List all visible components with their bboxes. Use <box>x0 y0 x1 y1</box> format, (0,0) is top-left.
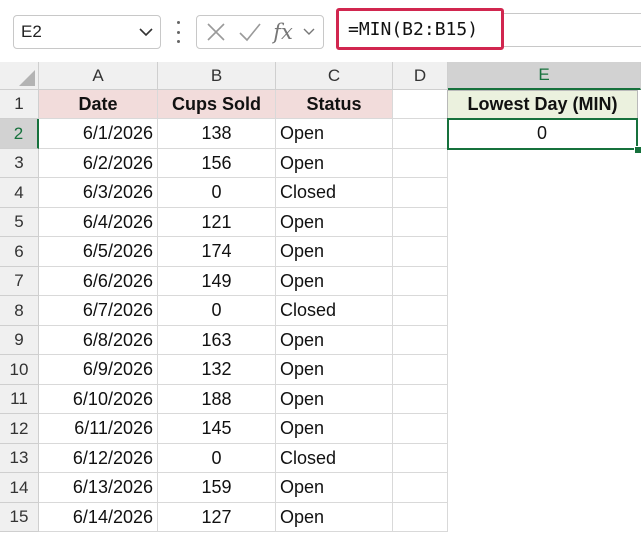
cell-cups-sold[interactable]: 0 <box>158 296 276 326</box>
function-icon[interactable]: fx <box>267 16 299 48</box>
header-cell-status[interactable]: Status <box>276 90 393 119</box>
cell-status[interactable]: Open <box>276 119 393 149</box>
cell-status[interactable]: Closed <box>276 178 393 208</box>
cell-cups-sold[interactable]: 0 <box>158 178 276 208</box>
cell-lowest-day-result[interactable]: 0 <box>447 119 638 149</box>
row-header-3[interactable]: 3 <box>0 149 39 178</box>
cell-status[interactable]: Open <box>276 267 393 296</box>
cell-date[interactable]: 6/4/2026 <box>39 208 158 237</box>
cell-cups-sold[interactable]: 0 <box>158 444 276 473</box>
cell-cups-sold[interactable]: 163 <box>158 326 276 355</box>
cell-date[interactable]: 6/9/2026 <box>39 355 158 385</box>
enter-check-icon[interactable] <box>233 16 267 48</box>
cell-status[interactable]: Open <box>276 149 393 178</box>
header-cell-date[interactable]: Date <box>39 90 158 119</box>
cell-cups-sold[interactable]: 132 <box>158 355 276 385</box>
cell-date[interactable]: 6/1/2026 <box>39 119 158 149</box>
row-header-1[interactable]: 1 <box>0 90 39 119</box>
formula-buttons: fx <box>196 15 324 49</box>
cell-date[interactable]: 6/7/2026 <box>39 296 158 326</box>
cell-empty[interactable] <box>393 503 448 532</box>
cell-empty[interactable] <box>393 149 448 178</box>
cell-empty[interactable] <box>393 267 448 296</box>
cell-date[interactable]: 6/12/2026 <box>39 444 158 473</box>
cell-status[interactable]: Open <box>276 473 393 503</box>
select-all-corner[interactable] <box>0 62 39 90</box>
cell-d1[interactable] <box>393 90 448 119</box>
cell-status[interactable]: Closed <box>276 444 393 473</box>
cell-date[interactable]: 6/6/2026 <box>39 267 158 296</box>
cell-cups-sold[interactable]: 188 <box>158 385 276 414</box>
chevron-down-icon[interactable] <box>138 24 154 40</box>
column-header-a[interactable]: A <box>39 62 158 90</box>
fill-handle[interactable] <box>634 146 641 154</box>
row-header-14[interactable]: 14 <box>0 473 39 503</box>
cell-empty[interactable] <box>393 237 448 267</box>
column-header-e[interactable]: E <box>448 62 641 90</box>
cell-empty[interactable] <box>393 208 448 237</box>
row-header-9[interactable]: 9 <box>0 326 39 355</box>
chevron-down-icon[interactable] <box>299 16 319 48</box>
column-header-c[interactable]: C <box>276 62 393 90</box>
cell-date[interactable]: 6/2/2026 <box>39 149 158 178</box>
cell-status[interactable]: Open <box>276 326 393 355</box>
cell-status[interactable]: Open <box>276 237 393 267</box>
cell-status[interactable]: Open <box>276 503 393 532</box>
formula-input-extension[interactable] <box>504 13 641 47</box>
row-header-10[interactable]: 10 <box>0 355 39 385</box>
row-header-8[interactable]: 8 <box>0 296 39 326</box>
cell-status[interactable]: Open <box>276 355 393 385</box>
row-header-2[interactable]: 2 <box>0 119 39 149</box>
cell-empty[interactable] <box>393 296 448 326</box>
cell-empty[interactable] <box>393 444 448 473</box>
cell-empty[interactable] <box>393 473 448 503</box>
header-cell-lowest-day[interactable]: Lowest Day (MIN) <box>447 90 638 119</box>
cell-empty[interactable] <box>393 119 448 149</box>
cell-cups-sold[interactable]: 127 <box>158 503 276 532</box>
header-cell-cups-sold[interactable]: Cups Sold <box>158 90 276 119</box>
cell-date[interactable]: 6/11/2026 <box>39 414 158 444</box>
row-header-15[interactable]: 15 <box>0 503 39 532</box>
formula-input[interactable]: =MIN(B2:B15) <box>336 8 504 50</box>
cell-date[interactable]: 6/3/2026 <box>39 178 158 208</box>
cell-empty[interactable] <box>393 355 448 385</box>
cell-empty[interactable] <box>393 414 448 444</box>
cell-date[interactable]: 6/10/2026 <box>39 385 158 414</box>
column-header-d[interactable]: D <box>393 62 448 90</box>
row-header-5[interactable]: 5 <box>0 208 39 237</box>
cell-date[interactable]: 6/8/2026 <box>39 326 158 355</box>
cancel-icon[interactable] <box>199 16 233 48</box>
name-box-value: E2 <box>21 22 42 41</box>
row-header-12[interactable]: 12 <box>0 414 39 444</box>
cell-status[interactable]: Open <box>276 414 393 444</box>
cell-cups-sold[interactable]: 145 <box>158 414 276 444</box>
cell-empty[interactable] <box>393 326 448 355</box>
more-vert-icon[interactable] <box>174 21 182 43</box>
cell-date[interactable]: 6/13/2026 <box>39 473 158 503</box>
cell-empty[interactable] <box>393 178 448 208</box>
cell-cups-sold[interactable]: 174 <box>158 237 276 267</box>
cell-status[interactable]: Open <box>276 208 393 237</box>
column-header-b[interactable]: B <box>158 62 276 90</box>
cell-cups-sold[interactable]: 156 <box>158 149 276 178</box>
cell-cups-sold[interactable]: 138 <box>158 119 276 149</box>
cell-empty[interactable] <box>393 385 448 414</box>
formula-bar-area: E2 fx =MIN(B2:B15) <box>0 0 641 62</box>
name-box[interactable]: E2 <box>13 15 161 49</box>
cell-status[interactable]: Closed <box>276 296 393 326</box>
row-header-11[interactable]: 11 <box>0 385 39 414</box>
row-header-6[interactable]: 6 <box>0 237 39 267</box>
row-header-4[interactable]: 4 <box>0 178 39 208</box>
cell-date[interactable]: 6/14/2026 <box>39 503 158 532</box>
cell-status[interactable]: Open <box>276 385 393 414</box>
cell-cups-sold[interactable]: 121 <box>158 208 276 237</box>
cell-cups-sold[interactable]: 159 <box>158 473 276 503</box>
spreadsheet-grid: A B C D E 1 Date Cups Sold Status Lowest… <box>0 62 641 534</box>
row-header-7[interactable]: 7 <box>0 267 39 296</box>
cell-cups-sold[interactable]: 149 <box>158 267 276 296</box>
cell-date[interactable]: 6/5/2026 <box>39 237 158 267</box>
row-header-13[interactable]: 13 <box>0 444 39 473</box>
